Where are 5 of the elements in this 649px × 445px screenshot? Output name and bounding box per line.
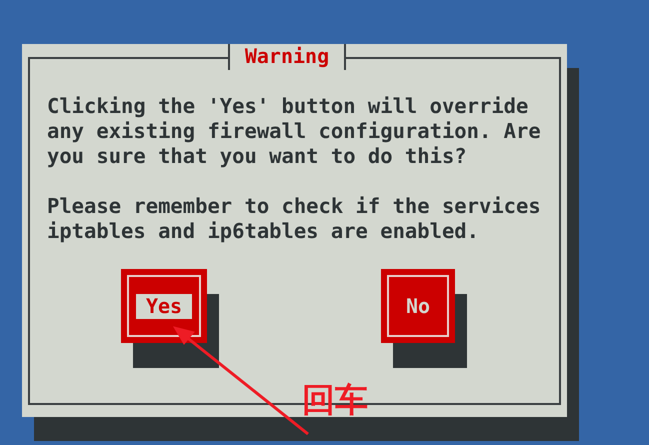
dialog-button[interactable]: Yes bbox=[121, 269, 207, 343]
message-text: Please remember to check if the services iptables and ip6tables are enabled. bbox=[47, 194, 542, 244]
dialog-button[interactable]: No bbox=[381, 269, 455, 343]
message-text: Clicking the 'Yes' button will override any existing firewall configuration. Are you sure that you want to do this? bbox=[47, 94, 542, 169]
dialog-title: Warning bbox=[228, 44, 346, 70]
